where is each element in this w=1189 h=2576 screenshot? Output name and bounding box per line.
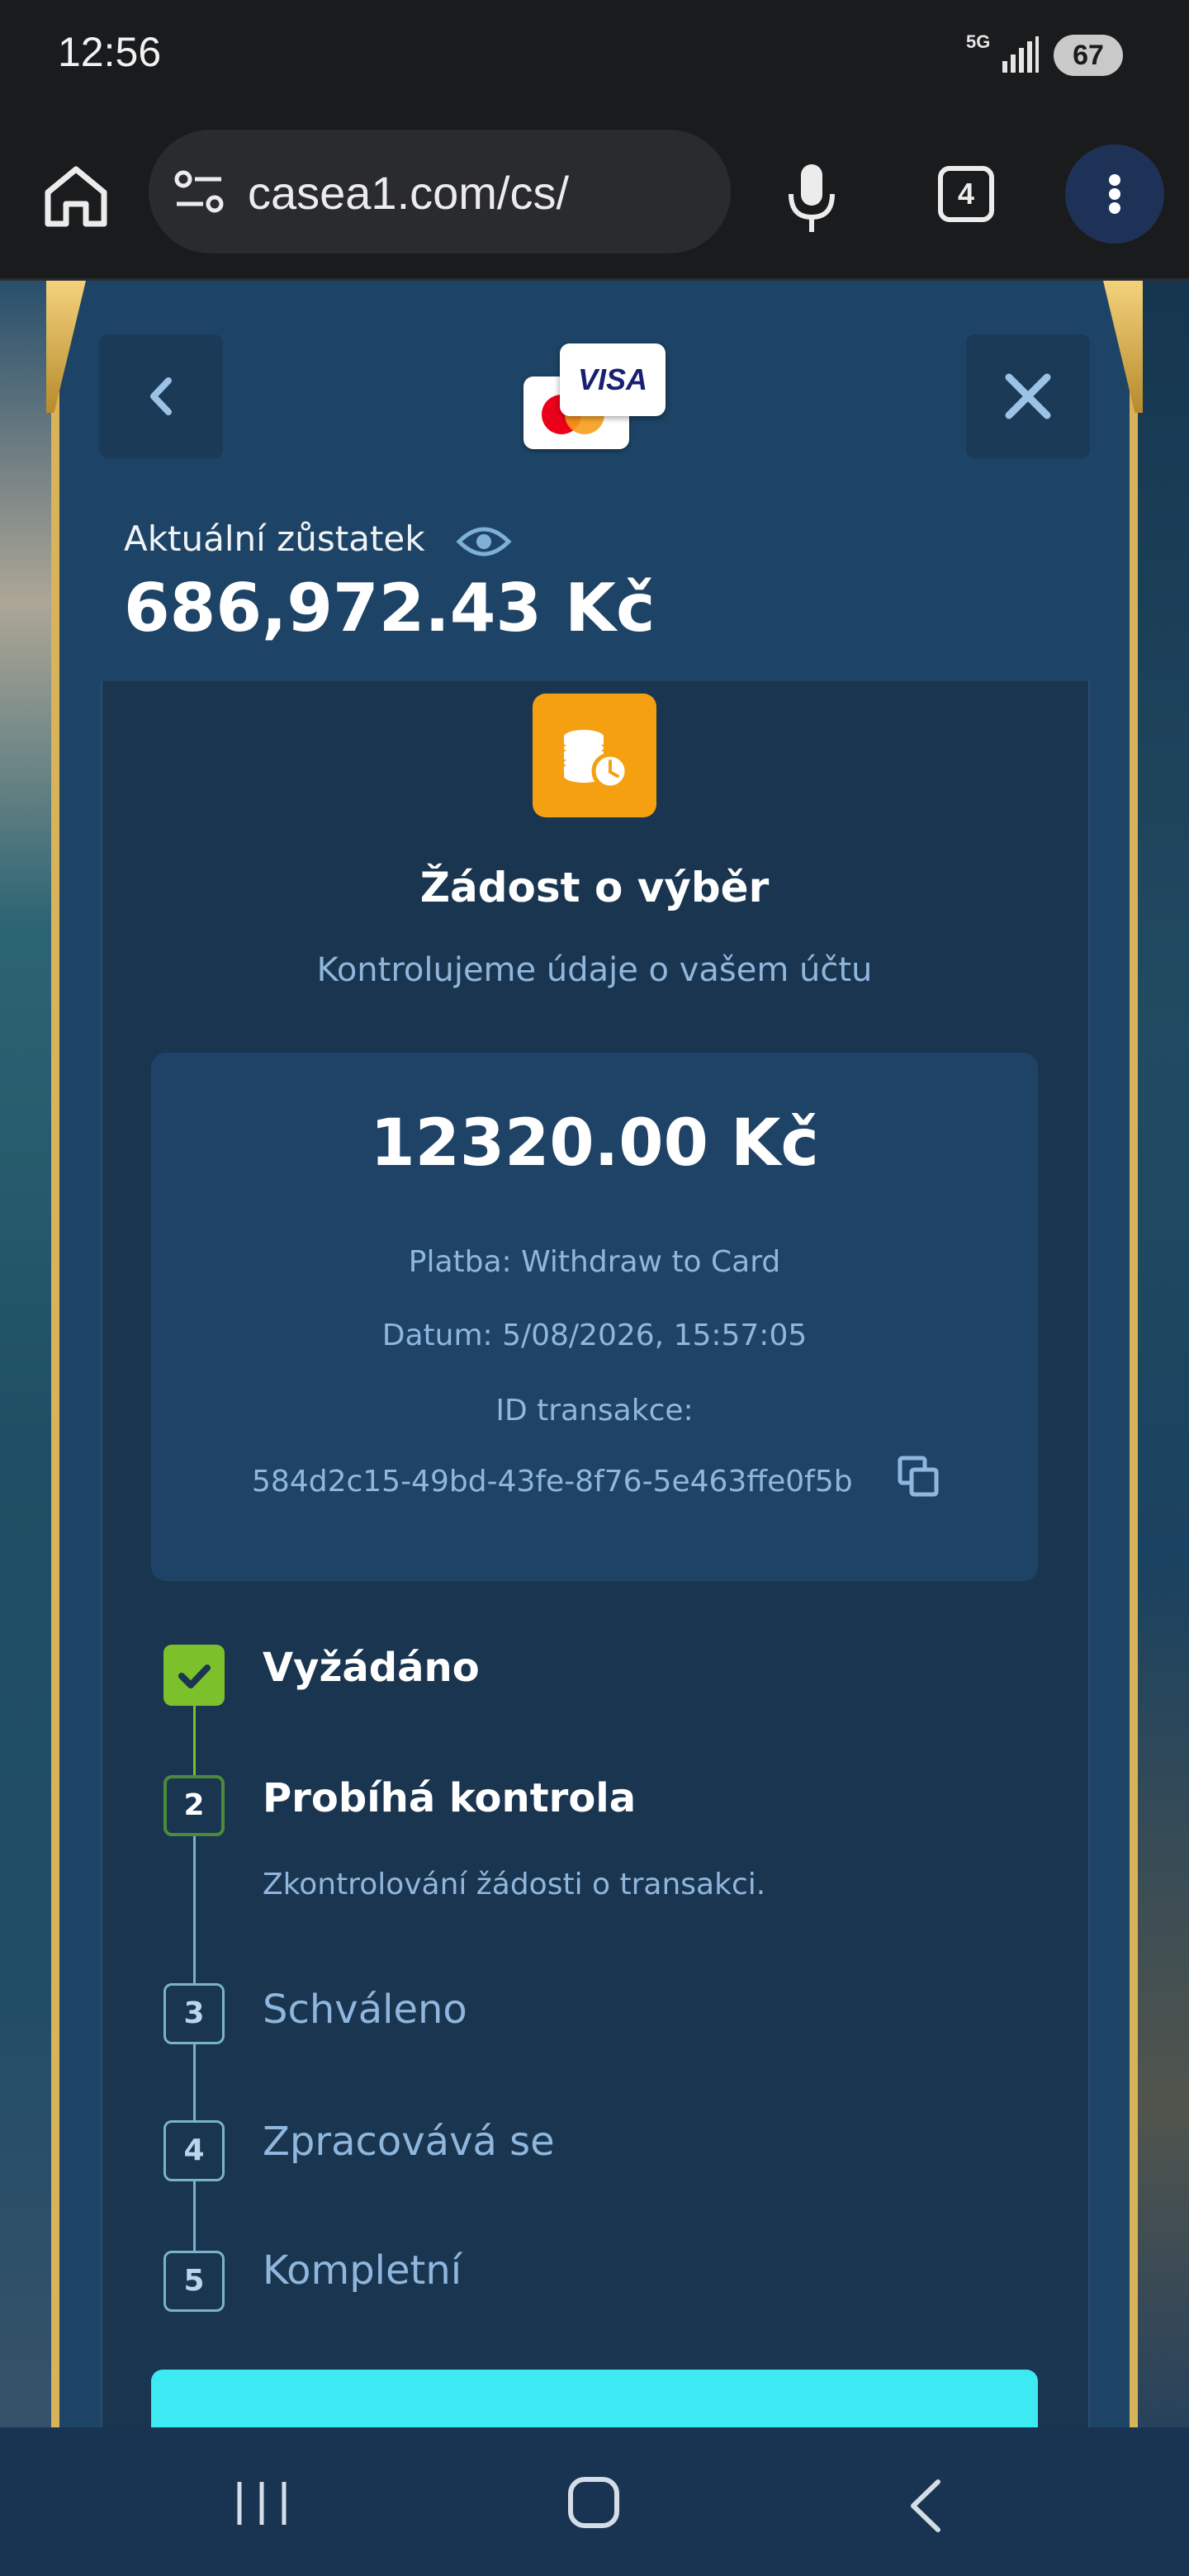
battery-icon: 67 (1054, 35, 1123, 76)
background-art-right (1138, 281, 1189, 2427)
withdrawal-subtitle: Kontrolujeme údaje o vašem účtu (316, 951, 873, 989)
step-4-label: Zpracovává se (263, 2119, 555, 2165)
step-5-number: 5 (163, 2251, 225, 2312)
chevron-left-icon (150, 377, 172, 415)
url-text[interactable]: casea1.com/cs/ (248, 166, 569, 220)
site-settings-icon[interactable] (173, 169, 225, 214)
withdrawal-title: Žádost o výběr (419, 864, 770, 912)
step-connector (193, 2181, 196, 2251)
home-icon[interactable] (40, 159, 112, 232)
step-connector (193, 2038, 196, 2120)
step-3-number: 3 (163, 1983, 225, 2044)
step-4-number: 4 (163, 2120, 225, 2181)
back-nav-icon[interactable] (905, 2477, 946, 2535)
close-button[interactable] (966, 334, 1090, 458)
balance-value: 686,972.43 Kč (124, 570, 656, 646)
payment-method-text: Platba: Withdraw to Card (408, 1245, 781, 1279)
transaction-date: Datum: 5/08/2026, 15:57:05 (381, 1319, 808, 1352)
close-icon (1005, 373, 1051, 419)
eye-icon[interactable] (456, 520, 512, 563)
visa-logo: VISA (560, 343, 666, 416)
browser-toolbar: casea1.com/cs/ 4 (0, 111, 1189, 281)
pending-coins-icon (533, 694, 656, 817)
balance-label: Aktuální zůstatek (124, 519, 425, 559)
status-bar: 12:56 5G 67 (0, 0, 1189, 111)
network-type: 5G (966, 31, 991, 52)
home-nav-icon[interactable] (568, 2477, 619, 2528)
microphone-icon[interactable] (783, 161, 841, 235)
step-2-number: 2 (163, 1775, 225, 1836)
payment-method-logos: VISA (520, 340, 669, 456)
copy-icon[interactable] (897, 1455, 940, 1498)
step-3-label: Schváleno (263, 1986, 467, 2033)
step-5-label: Kompletní (263, 2247, 462, 2294)
system-navigation-bar (0, 2427, 1189, 2576)
signal-icon (1002, 36, 1039, 73)
withdrawal-amount: 12320.00 Kč (370, 1106, 819, 1181)
more-menu-icon[interactable] (1065, 144, 1164, 244)
transaction-id-value: 584d2c15-49bd-43fe-8f76-5e463ffe0f5b (252, 1465, 853, 1499)
recent-apps-icon[interactable] (233, 2477, 291, 2530)
tab-switcher-button[interactable]: 4 (938, 166, 994, 222)
back-button[interactable] (99, 334, 223, 458)
address-bar[interactable]: casea1.com/cs/ (149, 130, 731, 253)
step-1-check-icon (163, 1645, 225, 1706)
transaction-id-label: ID transakce: (495, 1394, 694, 1428)
step-1-label: Vyžádáno (263, 1645, 480, 1691)
step-2-description: Zkontrolování žádosti o transakci. (263, 1868, 766, 1901)
status-time: 12:56 (58, 29, 162, 75)
background-art-left (0, 281, 51, 2427)
step-2-label: Probíhá kontrola (263, 1775, 637, 1821)
